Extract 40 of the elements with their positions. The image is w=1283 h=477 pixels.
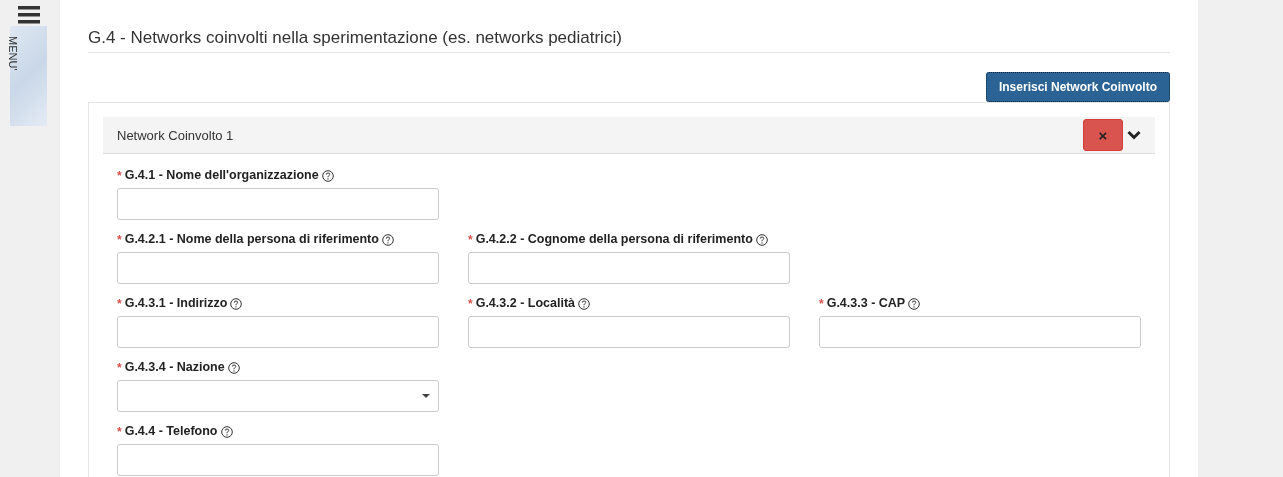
text-field[interactable] [117, 188, 439, 220]
required-mark: * [468, 296, 473, 311]
text-field[interactable] [819, 316, 1141, 348]
help-icon[interactable] [908, 297, 921, 310]
text-field[interactable] [117, 316, 439, 348]
card-title: Network Coinvolto 1 [117, 127, 235, 143]
help-icon[interactable] [755, 233, 768, 246]
menu-tab[interactable]: MENU' [10, 26, 47, 126]
help-icon[interactable] [230, 297, 243, 310]
chevron-icon[interactable] [1127, 130, 1141, 140]
required-mark: * [468, 232, 473, 247]
label-text: G.4.4 - Telefono [124, 424, 218, 439]
dropdown-caret-icon [422, 394, 430, 398]
label-text: G.4.3.1 - Indirizzo [124, 296, 228, 311]
required-mark: * [117, 168, 122, 183]
remove-button[interactable]: × [1083, 119, 1123, 151]
help-icon[interactable] [227, 361, 240, 374]
label-text: G.4.1 - Nome dell'organizzazione [124, 168, 319, 183]
required-mark: * [117, 296, 122, 311]
text-field[interactable] [468, 316, 790, 348]
label-text: G.4.3.4 - Nazione [124, 360, 225, 375]
required-mark: * [117, 232, 122, 247]
help-icon[interactable] [578, 297, 590, 310]
help-icon[interactable] [381, 233, 394, 246]
label-text: G.4.3.2 - Località [475, 296, 575, 311]
help-icon[interactable] [220, 425, 233, 438]
required-mark: * [117, 360, 122, 375]
required-mark: * [819, 296, 824, 311]
text-field[interactable] [468, 252, 790, 284]
help-icon[interactable] [321, 169, 334, 182]
menu-icon[interactable] [17, 6, 40, 24]
label-text: G.4.2.2 - Cognome della persona di riferimento [475, 232, 753, 247]
label-text: G.4.2.1 - Nome della persona di riferimento [124, 232, 379, 247]
dropdown-field[interactable] [117, 380, 439, 412]
text-field[interactable] [117, 252, 439, 284]
label-text: G.4.3.3 - CAP [826, 296, 906, 311]
section-title: G.4 - Networks coinvolti nella sperimentazione (es. networks pediatrici) [88, 28, 1170, 53]
required-mark: * [117, 424, 122, 439]
add-network-button[interactable]: Inserisci Network Coinvolto [985, 72, 1170, 102]
text-field[interactable] [117, 444, 439, 476]
